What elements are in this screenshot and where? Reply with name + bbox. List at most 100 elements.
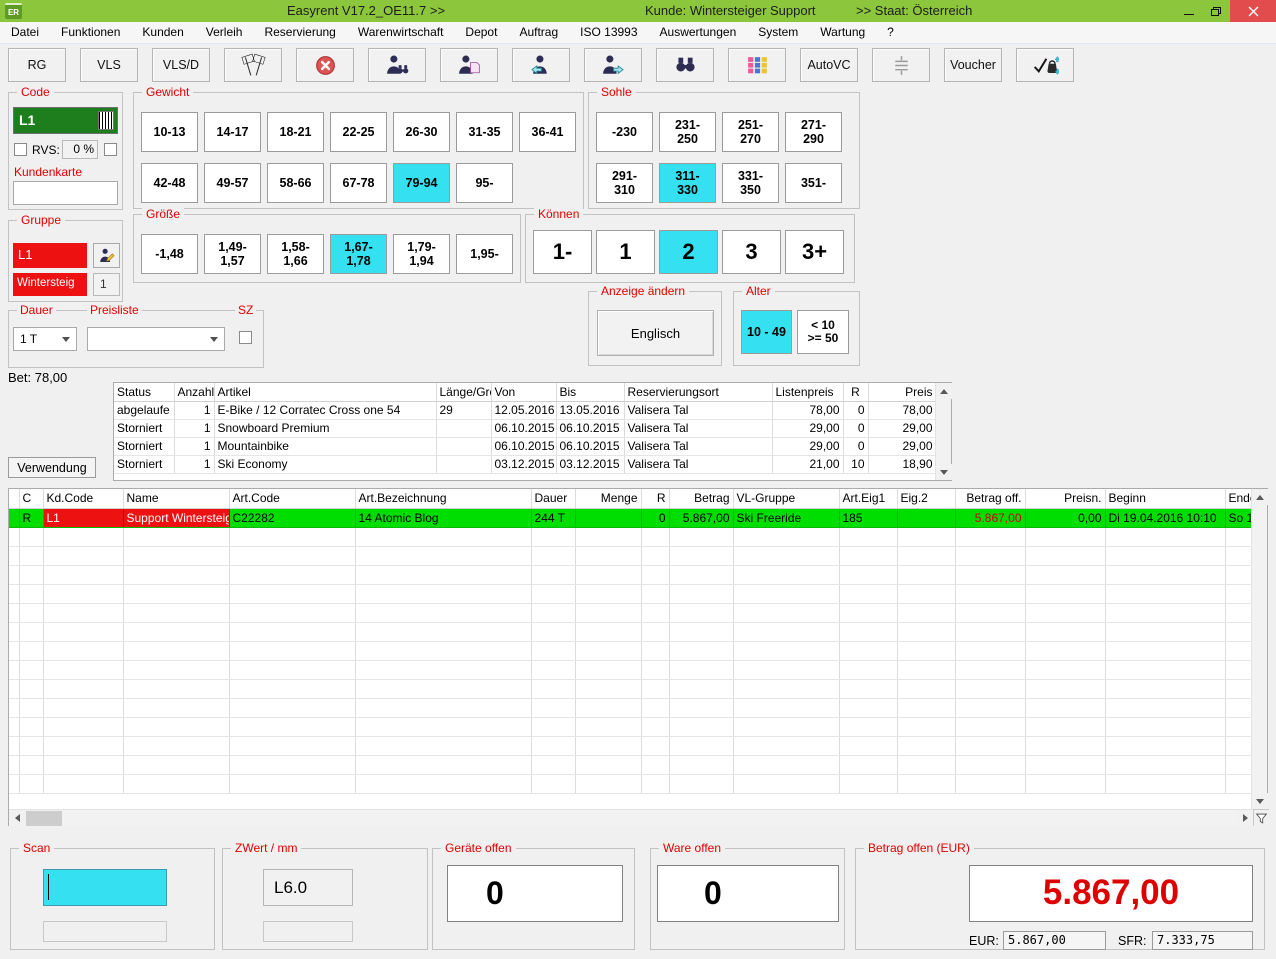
gewicht-option[interactable]: 67-78 bbox=[330, 163, 387, 203]
groesse-option[interactable]: 1,95- bbox=[456, 234, 513, 274]
gewicht-option[interactable]: 10-13 bbox=[141, 112, 198, 152]
gruppe-qty-field[interactable]: 1 bbox=[93, 273, 120, 296]
arrow-up-icon bbox=[1256, 494, 1264, 500]
sz-checkbox[interactable] bbox=[239, 331, 252, 344]
reservation-row[interactable]: Storniert 1 Ski Economy 03.12.2015 03.12.20… bbox=[114, 455, 937, 474]
rvs-checkbox[interactable] bbox=[14, 143, 27, 156]
reservation-row[interactable]: abgelaufe 1 E-Bike / 12 Corratec Cross one… bbox=[114, 401, 937, 420]
rack-button[interactable] bbox=[872, 48, 930, 82]
groesse-option[interactable]: -1,48 bbox=[141, 234, 198, 274]
gewicht-option[interactable]: 58-66 bbox=[267, 163, 324, 203]
customer-copy-button[interactable] bbox=[440, 48, 498, 82]
sohle-option[interactable]: 351- bbox=[785, 163, 842, 203]
groesse-option[interactable]: 1,49- 1,57 bbox=[204, 234, 261, 274]
scan-label: Scan bbox=[19, 841, 55, 856]
filter-button[interactable] bbox=[1253, 809, 1269, 826]
autovc-button[interactable]: AutoVC bbox=[800, 48, 858, 82]
sohle-option[interactable]: 331- 350 bbox=[722, 163, 779, 203]
sohle-option[interactable]: 251- 270 bbox=[722, 112, 779, 152]
gewicht-option[interactable]: 31-35 bbox=[456, 112, 513, 152]
menu-item[interactable]: Wartung bbox=[809, 22, 876, 43]
rvs-percent-field[interactable]: 0 % bbox=[62, 140, 98, 159]
rvs-checkbox-2[interactable] bbox=[104, 143, 117, 156]
minimize-button[interactable] bbox=[1176, 0, 1202, 22]
koennen-option[interactable]: 3+ bbox=[785, 230, 844, 274]
hscroll-thumb[interactable] bbox=[26, 811, 62, 826]
menu-item[interactable]: ISO 13993 bbox=[569, 22, 648, 43]
search-button[interactable] bbox=[656, 48, 714, 82]
menu-item[interactable]: Auftrag bbox=[508, 22, 569, 43]
menu-item[interactable]: System bbox=[747, 22, 809, 43]
gewicht-option[interactable]: 26-30 bbox=[393, 112, 450, 152]
groesse-option[interactable]: 1,79- 1,94 bbox=[393, 234, 450, 274]
scroll-left-button[interactable] bbox=[9, 810, 25, 826]
barcode-icon[interactable] bbox=[98, 111, 114, 130]
gewicht-option[interactable]: 49-57 bbox=[204, 163, 261, 203]
color-grid-button[interactable] bbox=[728, 48, 786, 82]
dauer-select[interactable]: 1 T bbox=[13, 327, 77, 351]
reservation-row[interactable]: Storniert 1 Mountainbike 06.10.2015 06.10.2… bbox=[114, 437, 937, 456]
koennen-option[interactable]: 1- bbox=[533, 230, 592, 274]
vls-button[interactable]: VLS bbox=[80, 48, 138, 82]
menu-item[interactable]: Verleih bbox=[195, 22, 254, 43]
menu-item[interactable]: Warenwirtschaft bbox=[347, 22, 455, 43]
alter-option-other[interactable]: < 10 >= 50 bbox=[797, 310, 849, 354]
language-toggle-button[interactable]: Englisch bbox=[597, 310, 714, 356]
koennen-option[interactable]: 1 bbox=[596, 230, 655, 274]
customer-return-button[interactable] bbox=[512, 48, 570, 82]
reservation-row[interactable]: Storniert 1 Snowboard Premium 06.10.2015 06… bbox=[114, 419, 937, 438]
rg-button[interactable]: RG bbox=[8, 48, 66, 82]
menu-item[interactable]: Depot bbox=[454, 22, 508, 43]
menu-item[interactable]: Datei bbox=[0, 22, 50, 43]
scroll-right-button[interactable] bbox=[1237, 810, 1253, 826]
scroll-up-button[interactable] bbox=[1252, 489, 1268, 505]
positions-vscrollbar[interactable] bbox=[1251, 489, 1268, 809]
menu-item[interactable]: Reservierung bbox=[253, 22, 346, 43]
maximize-button[interactable] bbox=[1202, 0, 1230, 22]
gewicht-option[interactable]: 36-41 bbox=[519, 112, 576, 152]
alter-option-10-49[interactable]: 10 - 49 bbox=[741, 310, 792, 354]
sohle-option[interactable]: 291- 310 bbox=[596, 163, 653, 203]
sohle-option[interactable]: 271- 290 bbox=[785, 112, 842, 152]
sohle-option[interactable]: -230 bbox=[596, 112, 653, 152]
scroll-down-button[interactable] bbox=[1252, 793, 1268, 809]
gewicht-option[interactable]: 42-48 bbox=[141, 163, 198, 203]
menu-item[interactable]: Funktionen bbox=[50, 22, 131, 43]
customer-rent-button[interactable] bbox=[584, 48, 642, 82]
finish-button[interactable] bbox=[224, 48, 282, 82]
customer-search-button[interactable] bbox=[368, 48, 426, 82]
verwendung-button[interactable]: Verwendung bbox=[8, 457, 96, 478]
preisliste-select[interactable] bbox=[87, 327, 225, 351]
code-input[interactable]: L1 bbox=[13, 107, 118, 134]
groesse-option[interactable]: 1,67- 1,78 bbox=[330, 234, 387, 274]
koennen-option[interactable]: 3 bbox=[722, 230, 781, 274]
gewicht-option[interactable]: 14-17 bbox=[204, 112, 261, 152]
scroll-down-button[interactable] bbox=[936, 464, 952, 480]
voucher-button[interactable]: Voucher bbox=[944, 48, 1002, 82]
groesse-option[interactable]: 1,58- 1,66 bbox=[267, 234, 324, 274]
menu-item[interactable]: Kunden bbox=[131, 22, 194, 43]
menu-item[interactable]: Auswertungen bbox=[649, 22, 748, 43]
koennen-option[interactable]: 2 bbox=[659, 230, 718, 274]
scroll-up-button[interactable] bbox=[936, 383, 952, 399]
gewicht-option[interactable]: 18-21 bbox=[267, 112, 324, 152]
gruppe-name-field[interactable]: Wintersteig bbox=[13, 273, 87, 296]
sohle-option[interactable]: 311- 330 bbox=[659, 163, 716, 203]
positions-hscrollbar[interactable] bbox=[9, 809, 1253, 826]
check-weight-button[interactable] bbox=[1016, 48, 1074, 82]
kundenkarte-input[interactable] bbox=[13, 181, 118, 205]
cancel-button[interactable] bbox=[296, 48, 354, 82]
sohle-option[interactable]: 231- 250 bbox=[659, 112, 716, 152]
close-button[interactable] bbox=[1230, 0, 1276, 22]
reservations-scrollbar[interactable] bbox=[935, 383, 952, 480]
geraete-offen-group: Geräte offen 0 bbox=[432, 841, 635, 950]
gruppe-edit-button[interactable] bbox=[93, 243, 120, 268]
gewicht-option[interactable]: 95- bbox=[456, 163, 513, 203]
gruppe-code-field[interactable]: L1 bbox=[13, 243, 87, 268]
scan-input[interactable] bbox=[43, 869, 167, 906]
gewicht-option[interactable]: 79-94 bbox=[393, 163, 450, 203]
gewicht-option[interactable]: 22-25 bbox=[330, 112, 387, 152]
vlsd-button[interactable]: VLS/D bbox=[152, 48, 210, 82]
menu-item[interactable]: ? bbox=[876, 22, 905, 43]
positions-row[interactable]: R L1 Support Wintersteiger C22282 14 Ato… bbox=[9, 508, 1254, 528]
